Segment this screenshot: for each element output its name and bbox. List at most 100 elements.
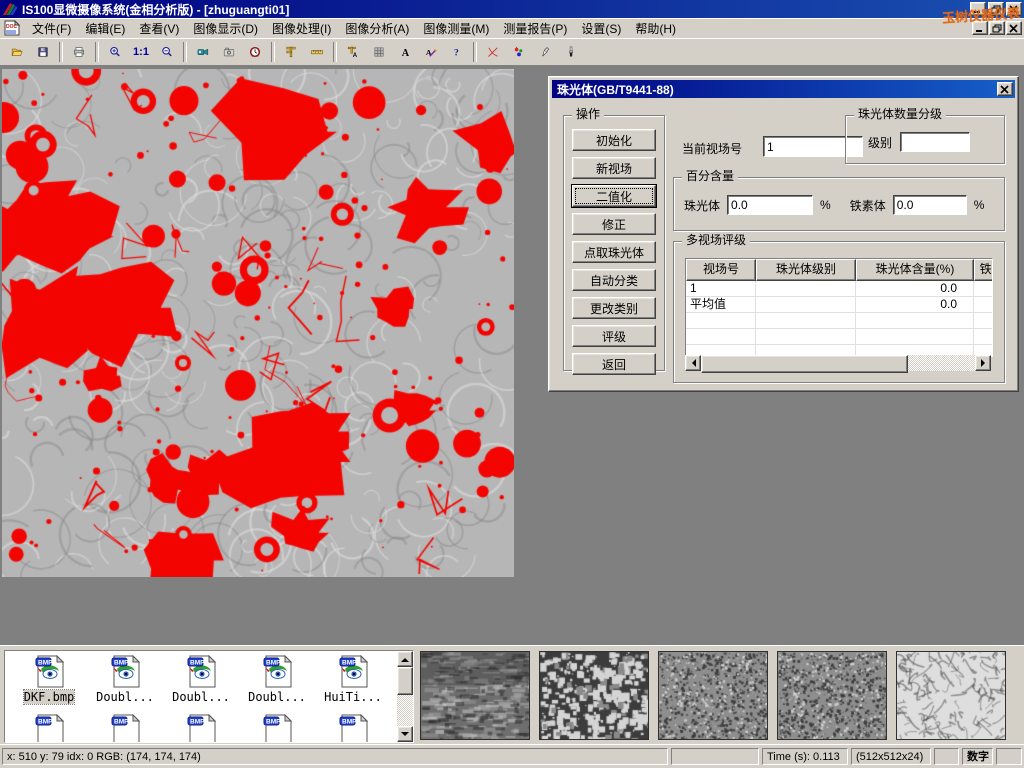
- curve-tool-button[interactable]: [480, 40, 506, 64]
- mdi-minimize-button[interactable]: [972, 21, 988, 35]
- scroll-left-button[interactable]: [685, 355, 701, 371]
- file-name[interactable]: HuiTi...: [324, 690, 382, 704]
- table-h-scrollbar[interactable]: [685, 355, 991, 371]
- thumbnail-image[interactable]: [777, 651, 887, 740]
- zoom-out-button[interactable]: [154, 40, 180, 64]
- menu-image-processing[interactable]: 图像处理(I): [265, 18, 338, 39]
- title-bar[interactable]: IS100显微摄像系统(金相分析版) - [zhuguangti01]: [0, 0, 1024, 18]
- scroll-track[interactable]: [908, 355, 975, 371]
- scroll-down-button[interactable]: [397, 726, 413, 742]
- grid-overlay-button[interactable]: [366, 40, 392, 64]
- status-time: Time (s): 0.113: [762, 748, 848, 765]
- bmp-file-icon[interactable]: BMP: [185, 714, 218, 743]
- scroll-track[interactable]: [397, 695, 413, 726]
- scroll-right-button[interactable]: [975, 355, 991, 371]
- text-annotation-button[interactable]: A: [392, 40, 418, 64]
- save-button[interactable]: [30, 40, 56, 64]
- micrograph-image[interactable]: [2, 69, 514, 577]
- menu-image-display[interactable]: 图像显示(D): [186, 18, 265, 39]
- scroll-thumb[interactable]: [701, 355, 908, 373]
- restore-button[interactable]: [988, 2, 1004, 16]
- document-icon[interactable]: DOC: [3, 20, 21, 36]
- thumbnail-image[interactable]: [896, 651, 1006, 740]
- table-row[interactable]: [686, 329, 992, 345]
- menu-file[interactable]: 文件(F): [25, 18, 78, 39]
- scroll-thumb[interactable]: [397, 667, 413, 695]
- col-pearlite-content[interactable]: 珠光体含量(%): [856, 259, 974, 281]
- window-title: IS100显微摄像系统(金相分析版) - [zhuguangti01]: [22, 1, 289, 18]
- video-capture-button[interactable]: [190, 40, 216, 64]
- menu-image-analysis[interactable]: 图像分析(A): [338, 18, 416, 39]
- caliper-measure-button[interactable]: [278, 40, 304, 64]
- dialog-close-button[interactable]: [997, 82, 1013, 96]
- ruler-measure-button[interactable]: [304, 40, 330, 64]
- application-window: IS100显微摄像系统(金相分析版) - [zhuguangti01] 玉树仪器…: [0, 0, 1024, 768]
- open-button[interactable]: [4, 40, 30, 64]
- pearlite-percent-input[interactable]: [727, 195, 813, 215]
- bmp-file-icon[interactable]: BMP: [337, 714, 370, 743]
- thumbnail-image[interactable]: [658, 651, 768, 740]
- pick-pearlite-button[interactable]: 点取珠光体: [572, 241, 656, 263]
- file-name[interactable]: Doubl...: [172, 690, 230, 704]
- rating-table[interactable]: 视场号 珠光体级别 珠光体含量(%) 铁素体含量(%) 1 0.0 平均值: [685, 258, 993, 357]
- save-floppy-icon: [37, 42, 49, 62]
- col-field-no[interactable]: 视场号: [686, 259, 756, 281]
- help-button[interactable]: ?: [444, 40, 470, 64]
- actual-size-button[interactable]: 1:1: [128, 40, 154, 64]
- mdi-close-button[interactable]: [1006, 21, 1022, 35]
- table-row[interactable]: [686, 313, 992, 329]
- menu-measure-report[interactable]: 测量报告(P): [496, 18, 574, 39]
- pearlite-dialog[interactable]: 珠光体(GB/T9441-88) 操作 初始化 新视场 二值化 修正 点取珠光体…: [548, 76, 1019, 392]
- timer-button[interactable]: [242, 40, 268, 64]
- file-name[interactable]: DKF.bmp: [24, 690, 75, 704]
- new-field-button[interactable]: 新视场: [572, 157, 656, 179]
- scroll-up-button[interactable]: [397, 651, 413, 667]
- level-input[interactable]: [900, 132, 970, 152]
- file-list[interactable]: BMP DKF.bmp BMP Doubl... BMP Doubl... BM…: [4, 650, 414, 743]
- table-row[interactable]: 1 0.0: [686, 281, 992, 297]
- correct-button[interactable]: 修正: [572, 213, 656, 235]
- minimize-button[interactable]: [970, 2, 986, 16]
- pen-tool-button[interactable]: [532, 40, 558, 64]
- binarize-button[interactable]: 二值化: [572, 185, 656, 207]
- change-class-button[interactable]: 更改类别: [572, 297, 656, 319]
- thumbnail-image[interactable]: [539, 651, 649, 740]
- bmp-file-icon[interactable]: BMP: [109, 714, 142, 743]
- bmp-file-icon[interactable]: BMP: [261, 714, 294, 743]
- svg-text:BMP: BMP: [38, 660, 53, 667]
- phase-particles-button[interactable]: [506, 40, 532, 64]
- return-button[interactable]: 返回: [572, 353, 656, 375]
- auto-classify-button[interactable]: 自动分类: [572, 269, 656, 291]
- file-item[interactable]: BMP DKF.bmp: [11, 655, 87, 704]
- menu-view[interactable]: 查看(V): [132, 18, 186, 39]
- col-ferrite-content[interactable]: 铁素体含量(%): [974, 259, 993, 281]
- ferrite-percent-input[interactable]: [893, 195, 967, 215]
- init-button[interactable]: 初始化: [572, 129, 656, 151]
- grade-button[interactable]: 评级: [572, 325, 656, 347]
- pen-icon: [539, 42, 551, 62]
- bmp-file-icon[interactable]: BMP: [33, 714, 66, 743]
- print-button[interactable]: [66, 40, 92, 64]
- dialog-title-bar[interactable]: 珠光体(GB/T9441-88): [552, 80, 1015, 98]
- snapshot-button[interactable]: [216, 40, 242, 64]
- file-item[interactable]: BMP Doubl...: [239, 655, 315, 704]
- brush-tool-button[interactable]: [558, 40, 584, 64]
- thumbnail-image[interactable]: [420, 651, 530, 740]
- menu-edit[interactable]: 编辑(E): [78, 18, 132, 39]
- file-name[interactable]: Doubl...: [248, 690, 306, 704]
- measure-label-button[interactable]: A: [340, 40, 366, 64]
- close-button[interactable]: [1006, 2, 1022, 16]
- file-list-scrollbar[interactable]: [397, 651, 413, 742]
- mdi-restore-button[interactable]: [989, 21, 1005, 35]
- table-row[interactable]: 平均值 0.0: [686, 297, 992, 313]
- col-pearlite-grade[interactable]: 珠光体级别: [756, 259, 856, 281]
- menu-image-measure[interactable]: 图像测量(M): [416, 18, 496, 39]
- menu-help[interactable]: 帮助(H): [628, 18, 683, 39]
- file-item[interactable]: BMP Doubl...: [163, 655, 239, 704]
- file-item[interactable]: BMP Doubl...: [87, 655, 163, 704]
- menu-settings[interactable]: 设置(S): [574, 18, 628, 39]
- zoom-in-button[interactable]: [102, 40, 128, 64]
- file-name[interactable]: Doubl...: [96, 690, 154, 704]
- file-item[interactable]: BMP HuiTi...: [315, 655, 391, 704]
- edit-annotation-button[interactable]: A: [418, 40, 444, 64]
